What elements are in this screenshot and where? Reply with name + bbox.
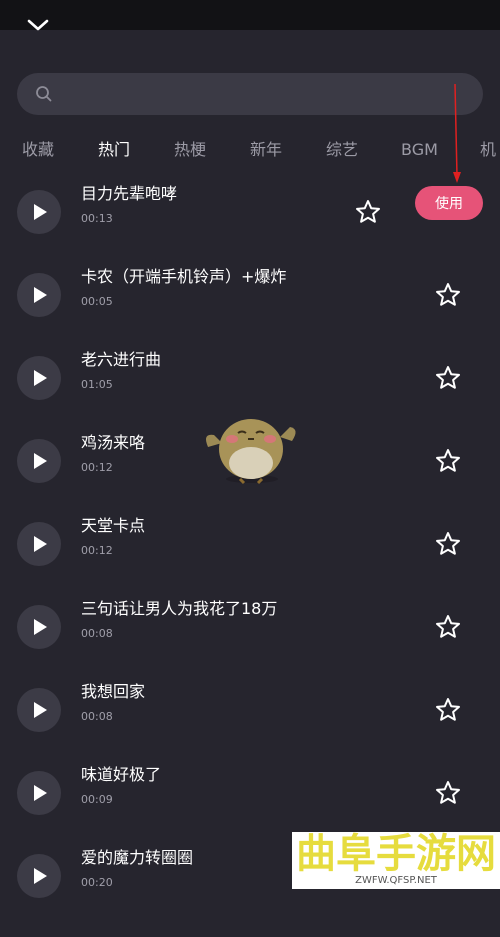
- star-icon[interactable]: [435, 531, 461, 557]
- collapse-button[interactable]: [20, 18, 56, 44]
- tab-hot[interactable]: 热门: [98, 136, 130, 164]
- song-row[interactable]: 天堂卡点 00:12: [0, 516, 500, 605]
- watermark: 曲阜手游网 ZWFW.QFSP.NET: [292, 832, 500, 889]
- play-button[interactable]: [17, 273, 61, 317]
- play-button[interactable]: [17, 522, 61, 566]
- tab-favorites[interactable]: 收藏: [22, 136, 54, 164]
- play-icon: [34, 536, 47, 552]
- play-button[interactable]: [17, 688, 61, 732]
- watermark-title: 曲阜手游网: [296, 830, 496, 877]
- song-row[interactable]: 我想回家 00:08: [0, 682, 500, 771]
- star-icon[interactable]: [435, 780, 461, 806]
- star-icon[interactable]: [435, 448, 461, 474]
- star-icon[interactable]: [355, 199, 381, 225]
- use-button[interactable]: 使用: [415, 186, 483, 220]
- tab-variety[interactable]: 综艺: [326, 136, 358, 164]
- search-input[interactable]: [63, 73, 467, 117]
- mascot-sticker: [206, 419, 296, 485]
- play-icon: [34, 370, 47, 386]
- play-icon: [34, 619, 47, 635]
- song-title: 三句话让男人为我花了18万: [81, 599, 278, 618]
- song-duration: 00:08: [81, 627, 113, 640]
- song-duration: 00:12: [81, 544, 113, 557]
- song-title: 鸡汤来咯: [81, 433, 146, 452]
- song-duration: 00:12: [81, 461, 113, 474]
- play-button[interactable]: [17, 356, 61, 400]
- song-row[interactable]: 卡农（开端手机铃声）+爆炸 00:05: [0, 267, 500, 356]
- song-title: 我想回家: [81, 682, 146, 701]
- song-title: 目力先辈咆哮: [81, 184, 178, 203]
- play-icon: [34, 868, 47, 884]
- tab-memes[interactable]: 热梗: [174, 136, 206, 164]
- status-bar: [0, 0, 500, 30]
- song-duration: 01:05: [81, 378, 113, 391]
- star-icon[interactable]: [435, 282, 461, 308]
- play-icon: [34, 287, 47, 303]
- search-bar[interactable]: [17, 73, 483, 117]
- tab-new-year[interactable]: 新年: [250, 136, 282, 164]
- play-icon: [34, 204, 47, 220]
- song-title: 卡农（开端手机铃声）+爆炸: [81, 267, 287, 286]
- song-duration: 00:20: [81, 876, 113, 889]
- song-title: 爱的魔力转圈圈: [81, 848, 194, 867]
- play-button[interactable]: [17, 439, 61, 483]
- star-icon[interactable]: [435, 365, 461, 391]
- play-button[interactable]: [17, 771, 61, 815]
- play-icon: [34, 702, 47, 718]
- search-icon: [36, 86, 52, 102]
- song-row[interactable]: 三句话让男人为我花了18万 00:08: [0, 599, 500, 688]
- star-icon[interactable]: [435, 697, 461, 723]
- song-title: 味道好极了: [81, 765, 162, 784]
- play-button[interactable]: [17, 605, 61, 649]
- song-duration: 00:08: [81, 710, 113, 723]
- chevron-down-icon: [27, 19, 49, 31]
- song-duration: 00:09: [81, 793, 113, 806]
- song-title: 天堂卡点: [81, 516, 146, 535]
- play-button[interactable]: [17, 190, 61, 234]
- song-duration: 00:13: [81, 212, 113, 225]
- annotation-arrow: [453, 84, 461, 183]
- play-icon: [34, 785, 47, 801]
- play-icon: [34, 453, 47, 469]
- tab-bgm[interactable]: BGM: [401, 136, 438, 164]
- category-tabs: 收藏 热门 热梗 新年 综艺 BGM 机: [0, 136, 500, 166]
- song-title: 老六进行曲: [81, 350, 162, 369]
- star-icon[interactable]: [435, 614, 461, 640]
- tab-more[interactable]: 机: [480, 136, 496, 164]
- play-button[interactable]: [17, 854, 61, 898]
- song-row[interactable]: 目力先辈咆哮 00:13 使用: [0, 184, 500, 273]
- song-duration: 00:05: [81, 295, 113, 308]
